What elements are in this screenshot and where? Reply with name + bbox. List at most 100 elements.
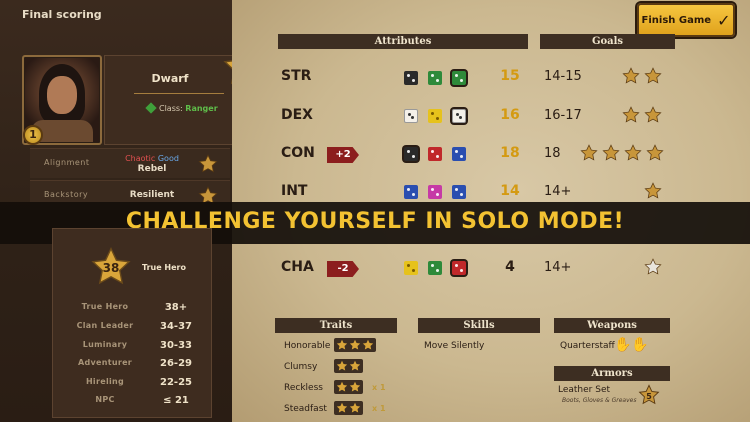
- check-icon: ✓: [717, 10, 731, 30]
- rank-score: 38: [102, 261, 120, 275]
- die-yellow[interactable]: [404, 261, 418, 275]
- divider: [134, 93, 224, 94]
- rank-tier-row: Clan Leader 34-37: [62, 321, 202, 337]
- goal-star-icon: [622, 67, 640, 85]
- rank-tier-row: Luminary 30-33: [62, 340, 202, 356]
- trait-star-icon: [349, 402, 361, 413]
- goals-header: Goals: [540, 34, 675, 49]
- armor-value: 5: [646, 392, 652, 401]
- trait-stars: [334, 359, 363, 373]
- trait-star-icon: [336, 339, 348, 350]
- alignment-value: Chaotic Good: [112, 154, 192, 163]
- die-yellow[interactable]: [428, 109, 442, 123]
- die-blue[interactable]: [404, 185, 418, 199]
- alignment-good: Good: [157, 154, 179, 163]
- rank-tier-label: Clan Leader: [76, 321, 134, 330]
- rank-tier-label: Hireling: [85, 377, 125, 386]
- attr-con-modifier: +2: [327, 147, 359, 163]
- trait-label: Steadfast: [284, 404, 327, 414]
- trait-label: Honorable: [284, 341, 331, 351]
- rank-tier-label: Luminary: [82, 340, 128, 349]
- trait-star-icon: [362, 339, 374, 350]
- goal-star-icon: [646, 144, 664, 162]
- two-hands-icon: ✋✋: [614, 337, 649, 353]
- trait-stars: [334, 401, 363, 415]
- die-purple[interactable]: [428, 185, 442, 199]
- class-value: Ranger: [185, 104, 218, 113]
- attr-str-score: 15: [500, 68, 520, 84]
- goal-star-empty-icon: [644, 258, 662, 276]
- goal-star-icon: [624, 144, 642, 162]
- alignment-label: Alignment: [44, 158, 90, 167]
- rank-tier-row: Hireling 22-25: [62, 377, 202, 393]
- goal-star-icon: [644, 106, 662, 124]
- die-blue[interactable]: [452, 147, 466, 161]
- die-green[interactable]: [428, 71, 442, 85]
- goal-star-icon: [580, 144, 598, 162]
- attr-dex-goal: 16-17: [544, 108, 582, 123]
- attr-cha-score: 4: [505, 259, 515, 275]
- armor-item: Leather Set: [558, 385, 611, 395]
- backstory-value: Resilient: [129, 190, 175, 200]
- trait-label: Clumsy: [284, 362, 318, 372]
- rank-tier-row: True Hero 38+: [62, 302, 202, 318]
- attr-int-name: INT: [281, 183, 308, 199]
- attr-dex-score: 16: [500, 107, 520, 123]
- rank-tier-row: Adventurer 26-29: [62, 358, 202, 374]
- attr-con-score: 18: [500, 145, 520, 161]
- die-black-selected[interactable]: [404, 147, 418, 161]
- attr-con-goal: 18: [544, 146, 561, 161]
- trait-multiplier: x 1: [372, 404, 386, 413]
- weapon-item: Quarterstaff: [560, 341, 615, 351]
- trait-star-icon: [349, 339, 361, 350]
- rank-tier-range: ≤ 21: [163, 395, 189, 406]
- armors-header: Armors: [554, 366, 670, 381]
- rank-tier-label: Adventurer: [77, 358, 133, 367]
- finish-game-button[interactable]: Finish Game ✓: [637, 3, 735, 37]
- die-red[interactable]: [428, 147, 442, 161]
- goal-star-icon: [622, 106, 640, 124]
- alignment-type: Rebel: [137, 164, 167, 174]
- attr-cha-modifier: -2: [327, 261, 359, 277]
- rank-tier-range: 38+: [164, 302, 188, 313]
- attr-con-name: CON: [281, 145, 315, 161]
- weapons-header: Weapons: [554, 318, 670, 333]
- alignment-row: Alignment Chaotic Good Rebel: [30, 148, 230, 178]
- attr-dex-name: DEX: [281, 107, 313, 123]
- attr-int-goal: 14+: [544, 184, 572, 199]
- trait-stars: [334, 380, 363, 394]
- die-black[interactable]: [404, 71, 418, 85]
- finish-game-label: Finish Game: [641, 14, 712, 26]
- rank-tier-row: NPC ≤ 21: [62, 395, 202, 411]
- trait-star-icon: [336, 381, 348, 392]
- skills-header: Skills: [418, 318, 540, 333]
- goal-star-icon: [644, 182, 662, 200]
- die-white[interactable]: [404, 109, 418, 123]
- character-name-panel: [104, 55, 236, 145]
- rank-tier-label: True Hero: [81, 302, 129, 311]
- die-green-selected[interactable]: [452, 71, 466, 85]
- class-label: Class:: [159, 104, 183, 113]
- die-red-selected[interactable]: [452, 261, 466, 275]
- die-blue[interactable]: [452, 185, 466, 199]
- class-gem-icon: [145, 102, 157, 114]
- attr-str-goal: 14-15: [544, 69, 582, 84]
- attributes-header: Attributes: [278, 34, 528, 49]
- traits-header: Traits: [275, 318, 397, 333]
- rank-tier-range: 22-25: [160, 377, 192, 388]
- die-white-selected[interactable]: [452, 109, 466, 123]
- skill-item: Move Silently: [424, 341, 485, 351]
- rank-tier-range: 26-29: [160, 358, 192, 369]
- attr-str-name: STR: [281, 68, 312, 84]
- goal-star-icon: [602, 144, 620, 162]
- armor-pieces: Boots, Gloves & Greaves: [562, 397, 637, 404]
- attr-cha-goal: 14+: [544, 260, 572, 275]
- attr-cha-name: CHA: [281, 259, 314, 275]
- trait-star-icon: [336, 360, 348, 371]
- trait-star-icon: [349, 360, 361, 371]
- rank-tier-label: NPC: [95, 395, 115, 404]
- rank-title: True Hero: [142, 263, 186, 272]
- backstory-label: Backstory: [44, 190, 89, 199]
- die-green[interactable]: [428, 261, 442, 275]
- goal-star-icon: [644, 67, 662, 85]
